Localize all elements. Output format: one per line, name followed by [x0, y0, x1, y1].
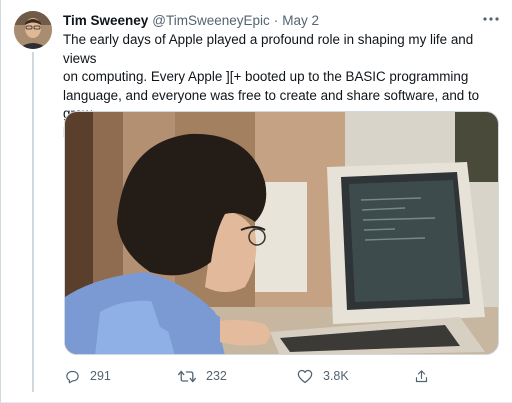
- avatar-photo: [14, 11, 52, 49]
- tweet-header: Tim Sweeney @TimSweeneyEpic · May 2: [63, 11, 319, 29]
- author-display-name[interactable]: Tim Sweeney: [63, 13, 148, 28]
- tweet-date[interactable]: May 2: [282, 13, 319, 28]
- retweet-button[interactable]: 232: [178, 364, 227, 388]
- separator-dot: ·: [273, 12, 279, 28]
- thread-line: [32, 52, 34, 392]
- reply-count: 291: [90, 369, 111, 383]
- more-icon: [483, 17, 499, 21]
- retweet-icon: [178, 370, 196, 382]
- tweet-photo[interactable]: [64, 111, 499, 355]
- share-icon: [415, 369, 428, 382]
- author-handle[interactable]: @TimSweeneyEpic: [152, 13, 270, 28]
- reply-icon: [66, 370, 79, 383]
- like-count: 3.8K: [323, 369, 349, 383]
- heart-icon: [297, 369, 313, 383]
- reply-button[interactable]: 291: [65, 364, 111, 388]
- tweet-actions: 291 232 3.8K: [61, 364, 501, 388]
- share-button[interactable]: [414, 364, 429, 388]
- more-options-button[interactable]: [481, 10, 501, 28]
- like-button[interactable]: 3.8K: [297, 364, 349, 388]
- retweet-count: 232: [206, 369, 227, 383]
- tweet-card[interactable]: Tim Sweeney @TimSweeneyEpic · May 2 The …: [0, 0, 512, 403]
- avatar[interactable]: [14, 11, 52, 49]
- photo-of-child-at-apple-computer: [65, 112, 498, 354]
